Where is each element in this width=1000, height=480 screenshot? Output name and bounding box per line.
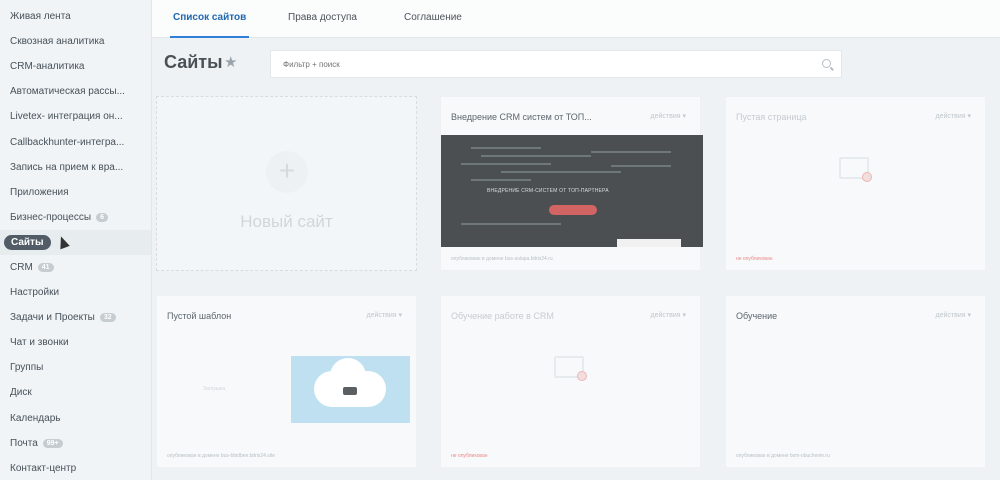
site-card-actions-label: действия [935,312,966,319]
sidebar-item-auto-mailing[interactable]: Автоматическая рассы... [0,79,151,104]
sidebar-item-contact-center[interactable]: Контакт-центр [0,456,151,480]
left-sidebar: Живая лента Сквозная аналитика CRM-анали… [0,0,152,480]
sidebar-item-label: Сайты [4,234,51,250]
site-card-title: Обучение [736,311,778,321]
search-icon[interactable] [822,59,831,68]
plus-icon: + [266,151,308,193]
sidebar-item-label: Callbackhunter-интегра... [10,136,125,148]
placeholder-panel: Заглушка [167,356,286,423]
site-card-title: Обучение работе в CRM [451,311,554,321]
site-card-actions-menu[interactable]: действия ▾ [651,112,686,120]
favorite-star-icon[interactable]: ★ [224,53,237,71]
sidebar-item-business-processes[interactable]: Бизнес-процессы 6 [0,205,151,230]
preview-cta-button [549,205,597,215]
sidebar-item-chat-calls[interactable]: Чат и звонки [0,330,151,355]
sidebar-item-settings[interactable]: Настройки [0,280,151,305]
site-card-actions-label: действия [366,312,397,319]
top-tab-bar: Список сайтов Права доступа Соглашение [152,0,1000,38]
preview-badge [617,239,681,247]
sidebar-item-crm-analytics[interactable]: CRM-аналитика [0,54,151,79]
site-card-actions-menu[interactable]: действия ▾ [936,311,971,319]
new-site-card[interactable]: + Новый сайт [156,96,417,271]
counter-badge: 32 [99,313,116,323]
site-preview-image[interactable]: ВНЕДРЕНИЕ CRM-СИСТЕМ ОТ ТОП-ПАРТНЕРА [441,135,703,247]
sidebar-item-label: CRM-аналитика [10,61,85,73]
site-card-actions-label: действия [650,312,681,319]
sidebar-item-label: Живая лента [10,11,71,23]
preview-headline: ВНЕДРЕНИЕ CRM-СИСТЕМ ОТ ТОП-ПАРТНЕРА [487,188,609,194]
sidebar-item-crm[interactable]: CRM 41 [0,255,151,280]
site-card[interactable]: Пустой шаблон действия ▾ Заглушка опубли… [156,295,417,468]
site-card-status: не опубликован [736,256,773,262]
page-title: Сайты [164,52,223,72]
site-card-status: не опубликован [451,453,488,459]
empty-page-icon [839,157,872,182]
sidebar-item-label: Чат и звонки [10,337,69,349]
counter-badge: 41 [37,262,54,272]
sidebar-item-end-to-end-analytics[interactable]: Сквозная аналитика [0,29,151,54]
placeholder-label: Заглушка [203,386,226,392]
sidebar-item-calendar[interactable]: Календарь [0,406,151,431]
site-card[interactable]: Пустая страница действия ▾ не опубликова… [725,96,986,271]
sidebar-item-label: Бизнес-процессы [10,211,92,223]
sidebar-item-tasks-projects[interactable]: Задачи и Проекты 32 [0,305,151,330]
sidebar-item-label: Запись на прием к вра... [10,161,124,173]
search-input[interactable] [271,51,841,77]
site-card-actions-label: действия [935,113,966,120]
sidebar-item-label: Livetex- интеграция он... [10,111,123,123]
site-card-actions-menu[interactable]: действия ▾ [367,311,402,319]
sidebar-item-sites[interactable]: Сайты [0,229,151,255]
site-card-title: Внедрение CRM систем от ТОП... [451,112,592,122]
sidebar-item-label: Календарь [10,412,61,424]
counter-badge: 6 [96,212,108,222]
sidebar-item-mail[interactable]: Почта 99+ [0,431,151,456]
site-card-actions-menu[interactable]: действия ▾ [651,311,686,319]
sidebar-item-label: Группы [10,362,44,374]
site-card-title: Пустой шаблон [167,311,232,321]
tab-access-rights[interactable]: Права доступа [288,12,357,23]
sidebar-menu: Живая лента Сквозная аналитика CRM-анали… [0,0,151,480]
search-box [270,50,842,78]
mouse-cursor-icon [56,234,70,250]
site-card-actions-menu[interactable]: действия ▾ [936,112,971,120]
new-site-label: Новый сайт [240,212,333,231]
sidebar-item-label: Настройки [10,287,60,299]
tab-agreement[interactable]: Соглашение [404,12,462,23]
tab-site-list[interactable]: Список сайтов [169,12,250,38]
site-card-footer: опубликован в домене bus-sulapa.bitrix24… [451,256,553,262]
sidebar-item-livetex[interactable]: Livetex- интеграция он... [0,104,151,129]
sidebar-item-groups[interactable]: Группы [0,355,151,380]
cloud-preview-image[interactable] [291,356,410,423]
site-card[interactable]: Обучение работе в CRM действия ▾ не опуб… [440,295,701,468]
sidebar-item-label: Приложения [10,186,69,198]
site-card[interactable]: Обучение действия ▾ опубликован в домене… [725,295,986,468]
site-card-actions-label: действия [650,113,681,120]
sidebar-item-label: Задачи и Проекты [10,312,95,324]
empty-page-icon [554,356,587,381]
site-card-footer: опубликован в домене bus-bbidbee.bitrix2… [167,453,276,459]
sidebar-item-applications[interactable]: Приложения [0,180,151,205]
sidebar-item-disk[interactable]: Диск [0,380,151,405]
play-icon [343,387,357,395]
counter-badge: 99+ [42,438,63,448]
sidebar-item-label: Почта [10,437,38,449]
sidebar-item-label: Сквозная аналитика [10,36,105,48]
sidebar-item-appointment[interactable]: Запись на прием к вра... [0,155,151,180]
sidebar-item-label: Автоматическая рассы... [10,86,125,98]
sidebar-item-callbackhunter[interactable]: Callbackhunter-интегра... [0,129,151,154]
sidebar-item-label: CRM [10,261,33,273]
site-card[interactable]: Внедрение CRM систем от ТОП... действия … [440,96,703,271]
sidebar-item-live-feed[interactable]: Живая лента [0,4,151,29]
sidebar-item-label: Диск [10,387,32,399]
site-card-footer: опубликован в домене bxm-obuchenie.ru [736,453,830,459]
sidebar-item-label: Контакт-центр [10,462,77,474]
site-card-title: Пустая страница [736,112,807,122]
